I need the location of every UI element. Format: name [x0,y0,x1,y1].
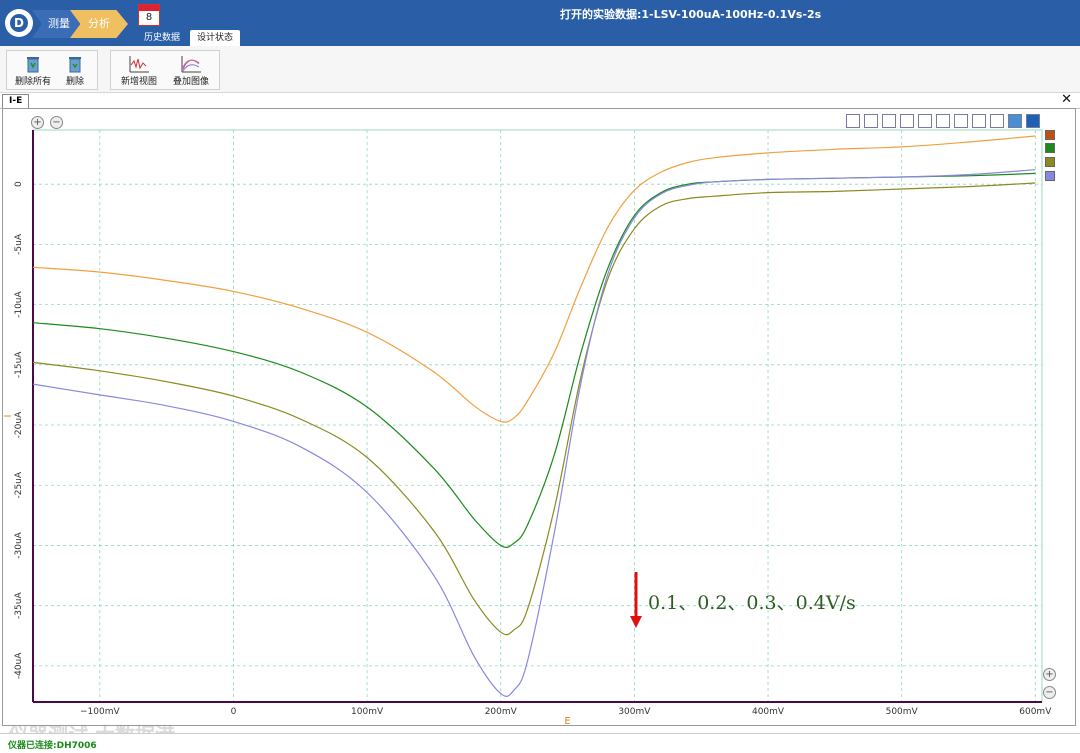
export-icon[interactable] [1008,114,1022,128]
y-zoom-out-icon[interactable]: − [1043,686,1056,699]
trash-icon [69,57,81,73]
overlay-label: 叠加图像 [172,77,209,87]
plot-panel [2,108,1076,726]
peak-tool-icon[interactable] [900,114,914,128]
delete-label: 删除 [65,77,84,87]
calendar-icon[interactable]: 8 [138,4,160,26]
tab-design-state[interactable]: 设计状态 [190,30,241,46]
tab-history-data[interactable]: 历史数据 [137,30,187,46]
y-axis-icon[interactable] [972,114,986,128]
overlay-icon [181,56,201,73]
title-bar: D 测量 分析 8 历史数据 设计状态 打开的实验数据:1-LSV-100uA-… [0,0,1080,46]
legend-swatch[interactable] [1045,171,1055,181]
calendar-day: 8 [145,12,153,23]
logo-mark: D [10,14,28,32]
zoom-out-icon[interactable]: − [50,116,63,129]
new-view-button[interactable]: 新增视图 [115,53,163,89]
window-title: 打开的实验数据:1-LSV-100uA-100Hz-0.1Vs-2s [560,8,822,21]
new-view-icon [129,56,149,73]
toolbar-group-delete: 删除所有 删除 [6,50,98,90]
overlay-button[interactable]: 叠加图像 [167,53,215,89]
y-zoom-in-icon[interactable]: + [1043,668,1056,681]
legend-swatch[interactable] [1045,157,1055,167]
new-view-label: 新增视图 [120,77,157,87]
delete-all-button[interactable]: 删除所有 [9,53,57,89]
close-icon[interactable]: ✕ [1061,92,1072,107]
zoom-in-icon[interactable]: + [31,116,44,129]
line-tool-icon[interactable] [864,114,878,128]
toolbar: 删除所有 删除 新增视图 叠加图像 [0,46,1080,93]
scan-rate-annotation: 0.1、0.2、0.3、0.4V/s [648,592,856,614]
save-icon[interactable] [1026,114,1040,128]
tab-i-e[interactable]: I-E [2,94,30,108]
eraser-icon[interactable] [918,114,932,128]
delete-button[interactable]: 删除 [55,53,95,89]
legend-swatch[interactable] [1045,130,1055,140]
toolbar-group-view: 新增视图 叠加图像 [110,50,220,90]
annotation-arrow [630,572,642,628]
status-bar: 仪器已连接:DH7006 [0,733,1080,753]
delete-all-label: 删除所有 [14,77,51,87]
xy-axis-icon[interactable] [954,114,968,128]
document-tab-bar: I-E ✕ [0,92,1080,109]
connection-status: 仪器已连接:DH7006 [8,741,97,751]
x-axis-icon[interactable] [990,114,1004,128]
trash-all-icon [27,57,39,73]
legend-swatch[interactable] [1045,143,1055,153]
slope-tool-icon[interactable] [882,114,896,128]
app-logo: D [5,9,33,37]
marker-icon[interactable] [936,114,950,128]
home-view-icon[interactable] [846,114,860,128]
